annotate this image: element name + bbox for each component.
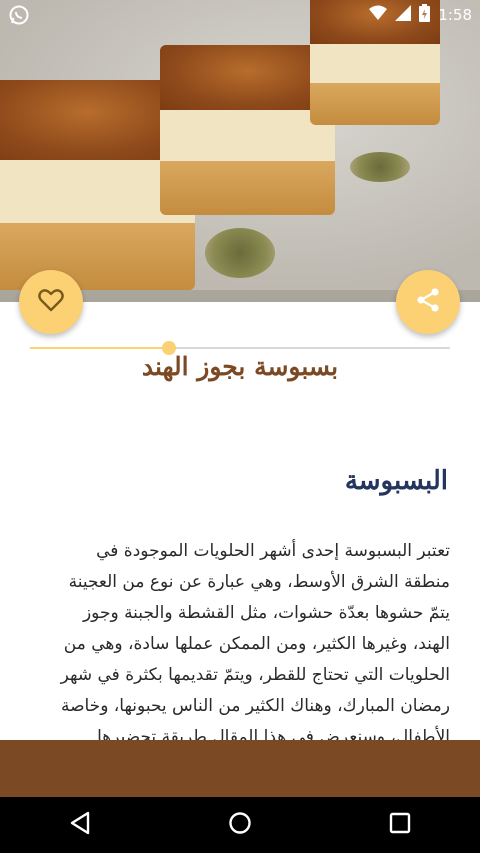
back-icon	[69, 811, 91, 839]
home-icon	[228, 811, 252, 839]
share-icon	[415, 287, 441, 317]
recipe-hero-image	[0, 0, 480, 302]
heart-outline-icon	[38, 288, 64, 316]
reading-progress-fill	[30, 347, 169, 349]
description-line: منطقة الشرق الأوسط، وهي عبارة عن نوع من …	[68, 572, 450, 592]
section-heading: البسبوسة	[344, 466, 448, 496]
recents-button[interactable]	[370, 797, 430, 853]
battery-icon	[419, 4, 431, 26]
description-line: الحلويات التي تحتاج للقطر، ويتمّ تقديمها…	[60, 665, 450, 685]
signal-icon	[395, 5, 412, 25]
status-bar: 1:58	[0, 0, 480, 30]
favorite-button[interactable]	[19, 270, 83, 334]
recents-icon	[389, 812, 411, 838]
share-button[interactable]	[396, 270, 460, 334]
description-line: يتمّ حشوها بعدّة حشوات، مثل القشطة والجب…	[82, 603, 450, 623]
description-line: الهند، وغيرها الكثير، ومن الممكن عملها س…	[63, 634, 450, 654]
description-line: تعتبر البسبوسة إحدى أشهر الحلويات الموجو…	[96, 541, 450, 561]
description-line: رمضان المبارك، وهناك الكثير من الناس يحب…	[60, 696, 450, 716]
navigation-bar	[0, 797, 480, 853]
bottom-bar	[0, 740, 480, 797]
reading-progress-bar[interactable]	[30, 341, 450, 355]
recipe-description: تعتبر البسبوسة إحدى أشهر الحلويات الموجو…	[40, 536, 450, 740]
clock: 1:58	[438, 6, 472, 24]
wifi-icon	[369, 5, 388, 25]
home-button[interactable]	[210, 797, 270, 853]
recipe-title: بسبوسة بجوز الهند	[141, 352, 339, 381]
whatsapp-icon	[8, 4, 30, 30]
description-line: الأطفال، وسنعرض في هذا المقال طريقة تحضي…	[97, 727, 450, 740]
back-button[interactable]	[50, 797, 110, 853]
